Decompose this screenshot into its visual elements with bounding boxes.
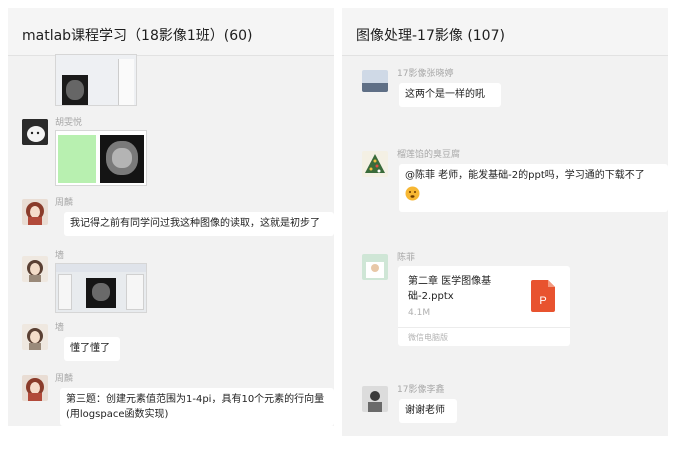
sender-name: 榴莲馅的臭豆腐	[397, 150, 461, 160]
sender-name: 墙	[55, 323, 65, 333]
ppt-file-icon: P	[531, 280, 555, 312]
avatar[interactable]	[22, 199, 48, 225]
file-name: 第二章 医学图像基础-2.pptx	[408, 276, 492, 302]
avatar[interactable]	[362, 70, 388, 92]
chat-header: 图像处理-17影像 (107)	[342, 8, 668, 56]
image-message[interactable]	[55, 263, 147, 313]
avatar[interactable]	[22, 375, 48, 401]
file-source: 微信电脑版	[408, 333, 448, 342]
message-text: @陈菲 老师，能发基础-2的ppt吗，学习通的下载不了	[405, 170, 645, 181]
avatar[interactable]	[362, 254, 388, 280]
image-message[interactable]	[55, 130, 147, 186]
message-bubble[interactable]: 第三题：创建元素值范围为1-4pi，具有10个元素的行向量(用logspace函…	[60, 388, 334, 426]
divider	[398, 327, 570, 328]
avatar[interactable]	[22, 256, 48, 282]
avatar[interactable]	[362, 386, 388, 412]
sender-name: 17影像李鑫	[397, 385, 445, 395]
avatar[interactable]	[22, 324, 48, 350]
avatar[interactable]	[22, 119, 48, 145]
chat-panel-left: matlab课程学习（18影像1班）(60) 胡雯悦 周麟 我记得之前有同学问过…	[8, 8, 334, 426]
sender-name: 墙	[55, 251, 65, 261]
sender-name: 胡雯悦	[55, 118, 83, 128]
message-bubble[interactable]: 这两个是一样的吼	[399, 83, 501, 107]
chat-header: matlab课程学习（18影像1班）(60)	[8, 8, 334, 56]
sender-name: 陈菲	[397, 253, 416, 263]
chat-title: matlab课程学习（18影像1班）(60)	[22, 28, 253, 44]
message-bubble[interactable]: 谢谢老师	[399, 399, 457, 423]
message-bubble[interactable]: 我记得之前有同学问过我这种图像的读取，这就是初步了	[64, 212, 334, 236]
image-message[interactable]	[55, 54, 137, 106]
file-message[interactable]: 第二章 医学图像基础-2.pptx 4.1M P 微信电脑版	[398, 266, 570, 346]
chat-title: 图像处理-17影像 (107)	[356, 28, 505, 44]
message-bubble[interactable]: @陈菲 老师，能发基础-2的ppt吗，学习通的下载不了	[399, 164, 668, 212]
emoji-icon	[405, 186, 662, 206]
chat-panel-right: 图像处理-17影像 (107) 17影像张晓婷 这两个是一样的吼 榴莲馅的臭豆腐…	[342, 8, 668, 436]
sender-name: 周麟	[55, 198, 74, 208]
sender-name: 周麟	[55, 374, 74, 384]
svg-text:P: P	[539, 295, 546, 307]
file-size: 4.1M	[408, 308, 431, 318]
sender-name: 17影像张晓婷	[397, 69, 454, 79]
message-bubble[interactable]: 懂了懂了	[64, 337, 120, 361]
avatar[interactable]	[362, 151, 388, 177]
